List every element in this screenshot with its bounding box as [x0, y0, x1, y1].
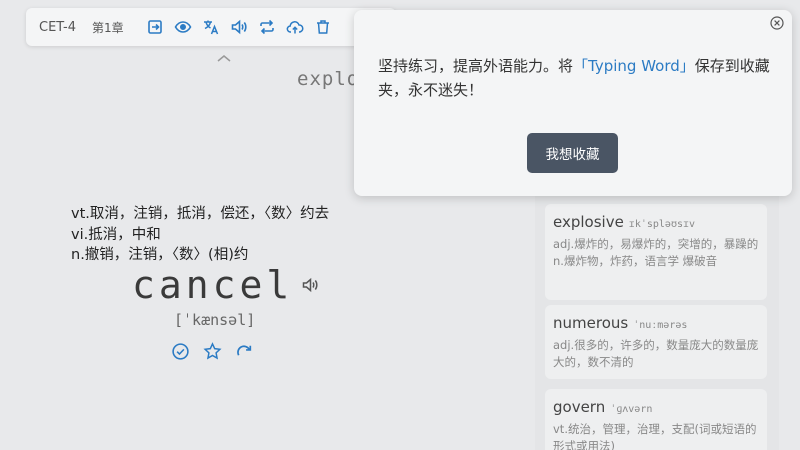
chevron-up-icon[interactable] — [216, 52, 232, 64]
close-icon[interactable] — [770, 16, 784, 30]
check-circle-icon[interactable] — [171, 342, 190, 361]
definition-line: vt.取消，注销，抵消，偿还，〈数〉约去 — [71, 206, 330, 222]
exit-icon[interactable] — [146, 18, 165, 37]
bookmark-popup: 坚持练习，提高外语能力。将「Typing Word」保存到收藏夹，永不迷失！ 我… — [354, 10, 792, 196]
card-definition-line: adj.很多的，许多的，数量庞大的数量庞大的，数不清的 — [553, 338, 759, 369]
word-actions — [171, 342, 254, 361]
chapter-label[interactable]: 第1章 — [92, 19, 124, 36]
dictionary-label[interactable]: CET-4 — [39, 20, 76, 35]
bookmark-button[interactable]: 我想收藏 — [527, 133, 618, 173]
delete-icon[interactable] — [314, 18, 333, 37]
toolbar: CET-4 第1章 — [26, 8, 396, 46]
phonetic: [ˈkænsəl] — [174, 311, 256, 329]
word-card[interactable]: govern ˈɡʌvərn vt.统治，管理，治理，支配(词或短语的形式或用法) — [545, 389, 767, 450]
card-phonetic: ˈɡʌvərn — [610, 404, 653, 415]
current-word-row: cancel — [132, 263, 319, 307]
card-definition-line: vt.统治，管理，治理，支配(词或短语的形式或用法) — [553, 422, 757, 450]
popup-message: 坚持练习，提高外语能力。将「Typing Word」保存到收藏夹，永不迷失！ — [378, 54, 770, 102]
popup-text-before: 坚持练习，提高外语能力。将 — [378, 57, 574, 75]
word-list-panel: explosive ɪkˈspləʊsɪv adj.爆炸的，易爆炸的，突增的，暴躁… — [535, 195, 779, 450]
card-phonetic: ˈnuːmərəs — [633, 320, 688, 331]
card-word: explosive — [553, 213, 624, 231]
speaker-icon[interactable] — [230, 18, 249, 37]
star-icon[interactable] — [203, 342, 222, 361]
previous-word: explo — [297, 68, 360, 90]
repeat-icon[interactable] — [258, 18, 277, 37]
app-name-link[interactable]: 「Typing Word」 — [573, 57, 695, 75]
current-word[interactable]: cancel — [132, 263, 293, 307]
pronounce-speaker-icon[interactable] — [301, 276, 319, 294]
card-definitions: adj.爆炸的，易爆炸的，突增的，暴躁的 n.爆炸物，炸药，语言学 爆破音 — [553, 236, 759, 270]
eye-icon[interactable] — [174, 18, 193, 37]
card-phonetic: ɪkˈspləʊsɪv — [628, 219, 696, 230]
card-definition-line: n.爆炸物，炸药，语言学 爆破音 — [553, 254, 718, 268]
card-word: numerous — [553, 314, 629, 332]
word-card[interactable]: numerous ˈnuːmərəs adj.很多的，许多的，数量庞大的数量庞大的… — [545, 305, 767, 379]
card-definitions: vt.统治，管理，治理，支配(词或短语的形式或用法) — [553, 421, 759, 450]
card-definition-line: adj.爆炸的，易爆炸的，突增的，暴躁的 — [553, 237, 759, 251]
toolbar-icons — [146, 18, 333, 37]
card-word: govern — [553, 398, 606, 416]
word-card[interactable]: explosive ɪkˈspləʊsɪv adj.爆炸的，易爆炸的，突增的，暴躁… — [545, 204, 767, 300]
definition-line: vi.抵消，中和 — [71, 226, 161, 243]
cloud-upload-icon[interactable] — [286, 18, 305, 37]
word-definitions: vt.取消，注销，抵消，偿还，〈数〉约去 vi.抵消，中和 n.撤销，注销，〈数… — [71, 204, 329, 266]
card-definitions: adj.很多的，许多的，数量庞大的数量庞大的，数不清的 — [553, 337, 759, 371]
translate-icon[interactable] — [202, 18, 221, 37]
redo-arrow-icon[interactable] — [235, 342, 254, 361]
